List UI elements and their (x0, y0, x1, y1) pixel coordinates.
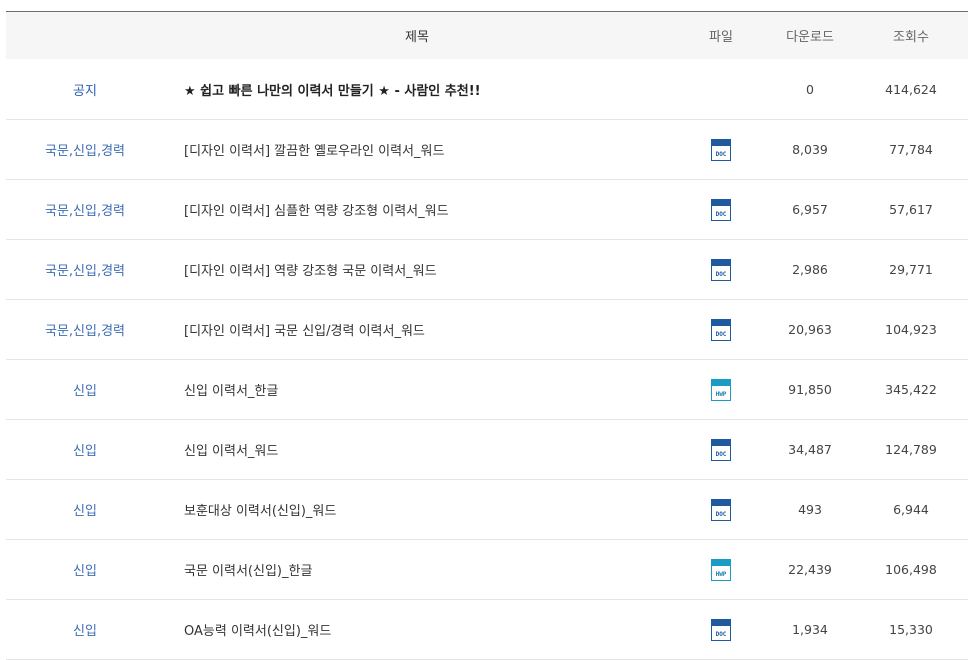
title-link[interactable]: [디자인 이력서] 심플한 역량 강조형 이력서_워드 (164, 200, 690, 219)
title-text[interactable]: 신입 이력서_워드 (184, 444, 278, 459)
category-label: 국문,신입,경력 (44, 144, 126, 159)
file-cell[interactable]: DOC (690, 618, 752, 641)
download-count: 34,487 (788, 442, 832, 457)
title-link[interactable]: 국문 이력서(신입)_한글 (164, 560, 690, 579)
table-row[interactable]: 신입 국문 이력서(신입)_한글 HWP 22,439 106,498 (6, 540, 968, 600)
download-count: 6,957 (792, 202, 828, 217)
file-cell[interactable]: HWP (690, 558, 752, 581)
table-row[interactable]: 신입 신입 이력서_한글 HWP 91,850 345,422 (6, 360, 968, 420)
title-text[interactable]: OA능력 이력서(신입)_워드 (184, 624, 331, 639)
download-count: 91,850 (788, 382, 832, 397)
view-count: 106,498 (885, 562, 937, 577)
download-count: 2,986 (792, 262, 828, 277)
category-label: 신입 (73, 444, 97, 459)
category-label: 신입 (73, 564, 97, 579)
title-link[interactable]: [디자인 이력서] 깔끔한 옐로우라인 이력서_워드 (164, 140, 690, 159)
doc-file-icon[interactable]: DOC (711, 438, 731, 461)
view-count: 6,944 (893, 502, 929, 517)
header-views: 조회수 (893, 30, 929, 45)
doc-file-icon[interactable]: DOC (711, 318, 731, 341)
download-count: 493 (798, 502, 822, 517)
download-count: 8,039 (792, 142, 828, 157)
view-count: 414,624 (885, 81, 937, 97)
title-text[interactable]: 보훈대상 이력서(신입)_워드 (184, 504, 336, 519)
view-count: 104,923 (885, 322, 937, 337)
doc-file-icon[interactable]: DOC (711, 498, 731, 521)
file-cell[interactable]: DOC (690, 258, 752, 281)
file-cell[interactable]: DOC (690, 138, 752, 161)
category-label: 공지 (73, 83, 97, 99)
view-count: 124,789 (885, 442, 937, 457)
table-row[interactable]: 신입 OA능력 이력서(신입)_워드 DOC 1,934 15,330 (6, 600, 968, 660)
title-text[interactable]: 신입 이력서_한글 (184, 384, 278, 399)
title-text[interactable]: [디자인 이력서] 역량 강조형 국문 이력서_워드 (184, 264, 437, 279)
table-row[interactable]: 신입 보훈대상 이력서(신입)_워드 DOC 493 6,944 (6, 480, 968, 540)
header-file: 파일 (709, 30, 733, 45)
doc-file-icon[interactable]: DOC (711, 138, 731, 161)
resume-template-board: 제목 파일 다운로드 조회수 공지 ★ 쉽고 빠른 나만의 이력서 만들기 ★ … (6, 11, 968, 660)
category-label: 국문,신입,경력 (44, 324, 126, 339)
category-label: 국문,신입,경력 (44, 264, 126, 279)
doc-file-icon[interactable]: DOC (711, 258, 731, 281)
view-count: 345,422 (885, 382, 937, 397)
table-row[interactable]: 신입 신입 이력서_워드 DOC 34,487 124,789 (6, 420, 968, 480)
category-label: 신입 (73, 504, 97, 519)
title-link[interactable]: ★ 쉽고 빠른 나만의 이력서 만들기 ★ - 사람인 추천!! (164, 80, 690, 99)
title-link[interactable]: [디자인 이력서] 역량 강조형 국문 이력서_워드 (164, 260, 690, 279)
title-link[interactable]: 신입 이력서_한글 (164, 380, 690, 399)
download-count: 22,439 (788, 562, 832, 577)
title-text[interactable]: ★ 쉽고 빠른 나만의 이력서 만들기 ★ - 사람인 추천!! (184, 84, 481, 99)
file-cell[interactable]: DOC (690, 198, 752, 221)
view-count: 29,771 (889, 262, 933, 277)
category-label: 국문,신입,경력 (44, 204, 126, 219)
title-text[interactable]: [디자인 이력서] 국문 신입/경력 이력서_워드 (184, 324, 425, 339)
table-row[interactable]: 국문,신입,경력 [디자인 이력서] 깔끔한 옐로우라인 이력서_워드 DOC … (6, 120, 968, 180)
doc-file-icon[interactable]: DOC (711, 618, 731, 641)
title-text[interactable]: [디자인 이력서] 심플한 역량 강조형 이력서_워드 (184, 204, 449, 219)
doc-file-icon[interactable]: DOC (711, 198, 731, 221)
title-link[interactable]: OA능력 이력서(신입)_워드 (164, 620, 690, 639)
table-row-notice[interactable]: 공지 ★ 쉽고 빠른 나만의 이력서 만들기 ★ - 사람인 추천!! 0 41… (6, 59, 968, 120)
header-downloads: 다운로드 (786, 30, 834, 45)
category-label: 신입 (73, 384, 97, 399)
table-row[interactable]: 국문,신입,경력 [디자인 이력서] 국문 신입/경력 이력서_워드 DOC 2… (6, 300, 968, 360)
category-label: 신입 (73, 624, 97, 639)
table-row[interactable]: 국문,신입,경력 [디자인 이력서] 역량 강조형 국문 이력서_워드 DOC … (6, 240, 968, 300)
hwp-file-icon[interactable]: HWP (711, 378, 731, 401)
file-cell[interactable]: DOC (690, 498, 752, 521)
table-row[interactable]: 국문,신입,경력 [디자인 이력서] 심플한 역량 강조형 이력서_워드 DOC… (6, 180, 968, 240)
view-count: 77,784 (889, 142, 933, 157)
title-link[interactable]: 보훈대상 이력서(신입)_워드 (164, 500, 690, 519)
title-link[interactable]: [디자인 이력서] 국문 신입/경력 이력서_워드 (164, 320, 690, 339)
file-cell[interactable]: DOC (690, 438, 752, 461)
header-title: 제목 (405, 30, 429, 45)
file-cell[interactable]: DOC (690, 318, 752, 341)
download-count: 0 (806, 81, 814, 97)
title-text[interactable]: 국문 이력서(신입)_한글 (184, 564, 312, 579)
title-link[interactable]: 신입 이력서_워드 (164, 440, 690, 459)
title-text[interactable]: [디자인 이력서] 깔끔한 옐로우라인 이력서_워드 (184, 144, 444, 159)
download-count: 20,963 (788, 322, 832, 337)
file-cell[interactable]: HWP (690, 378, 752, 401)
view-count: 57,617 (889, 202, 933, 217)
hwp-file-icon[interactable]: HWP (711, 558, 731, 581)
table-header: 제목 파일 다운로드 조회수 (6, 12, 968, 59)
